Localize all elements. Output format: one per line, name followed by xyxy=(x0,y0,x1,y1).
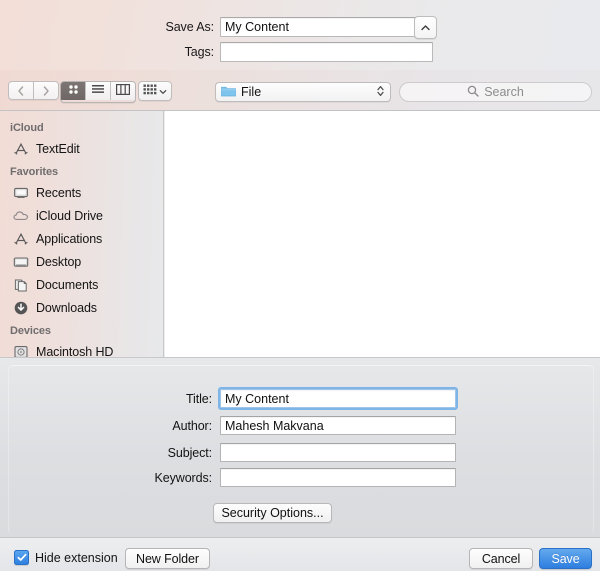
checkbox-box xyxy=(14,550,29,565)
keywords-row: Keywords: xyxy=(138,468,456,487)
sidebar-item-downloads[interactable]: Downloads xyxy=(0,296,163,319)
save-as-label: Save As: xyxy=(165,20,214,34)
sidebar-item-label: Applications xyxy=(36,231,103,246)
security-options-button[interactable]: Security Options... xyxy=(213,503,332,523)
sidebar-item-recents[interactable]: Recents xyxy=(0,181,163,204)
arrange-button[interactable] xyxy=(138,81,172,101)
sidebar-item-desktop[interactable]: Desktop xyxy=(0,250,163,273)
back-button[interactable] xyxy=(8,81,34,100)
sidebar-item-macintosh-hd[interactable]: Macintosh HD xyxy=(0,340,163,357)
author-row: Author: Mahesh Makvana xyxy=(138,416,456,435)
new-folder-button[interactable]: New Folder xyxy=(125,548,210,569)
chevron-down-icon xyxy=(159,84,167,98)
chevron-left-icon xyxy=(17,85,25,97)
hide-extension-label: Hide extension xyxy=(35,550,118,565)
hide-extension-checkbox[interactable]: Hide extension xyxy=(14,550,118,565)
save-button[interactable]: Save xyxy=(539,548,592,569)
up-down-chevron-icon xyxy=(376,84,385,101)
folder-icon xyxy=(221,85,236,100)
check-icon xyxy=(16,551,27,565)
sidebar-item-label: Macintosh HD xyxy=(36,344,114,358)
sidebar-item-documents[interactable]: Documents xyxy=(0,273,163,296)
tags-input[interactable] xyxy=(220,42,433,62)
forward-button[interactable] xyxy=(33,81,59,100)
path-popup-label: File xyxy=(241,85,262,99)
sidebar: iCloud TextEdit Favorites Recents iCloud… xyxy=(0,111,164,357)
chevron-right-icon xyxy=(42,85,50,97)
title-input[interactable]: My Content xyxy=(218,387,458,410)
search-placeholder: Search xyxy=(484,85,524,99)
sidebar-section-favorites: Favorites xyxy=(10,166,59,178)
collapse-panel-button[interactable] xyxy=(414,16,437,39)
sidebar-item-label: Downloads xyxy=(36,300,97,315)
title-label: Title: xyxy=(185,391,212,406)
cloud-icon xyxy=(13,208,29,224)
column-view-button[interactable] xyxy=(111,82,135,100)
search-icon xyxy=(467,85,479,100)
sidebar-item-applications[interactable]: Applications xyxy=(0,227,163,250)
subject-input[interactable] xyxy=(220,443,456,462)
save-dialog: Save As: My Content Tags: File Search iC… xyxy=(0,0,600,571)
sidebar-item-icloud-drive[interactable]: iCloud Drive xyxy=(0,204,163,227)
author-input[interactable]: Mahesh Makvana xyxy=(220,416,456,435)
columns-icon xyxy=(116,84,131,98)
title-row: Title: My Content xyxy=(138,387,458,410)
tags-label: Tags: xyxy=(184,45,214,59)
view-mode-group xyxy=(60,81,136,103)
grid-icon xyxy=(67,83,80,99)
harddisk-icon xyxy=(13,344,29,357)
app-icon xyxy=(13,141,29,157)
save-panel-header: Save As: My Content Tags: xyxy=(0,0,600,70)
recents-icon xyxy=(13,185,29,201)
sidebar-item-label: Documents xyxy=(36,277,99,292)
applications-icon xyxy=(13,231,29,247)
file-list-area[interactable] xyxy=(165,111,600,357)
subject-row: Subject: xyxy=(138,443,456,462)
sidebar-item-label: Desktop xyxy=(36,254,82,269)
keywords-label: Keywords: xyxy=(154,470,213,485)
arrange-grid-icon xyxy=(143,84,157,99)
sidebar-item-label: iCloud Drive xyxy=(36,208,103,223)
desktop-icon xyxy=(13,254,29,270)
list-view-button[interactable] xyxy=(86,82,111,100)
icon-view-button[interactable] xyxy=(61,82,86,100)
list-icon xyxy=(91,84,105,98)
documents-icon xyxy=(13,277,29,293)
sidebar-item-textedit[interactable]: TextEdit xyxy=(0,137,163,160)
save-as-row: Save As: My Content xyxy=(150,17,433,37)
save-as-input[interactable]: My Content xyxy=(220,17,433,37)
path-popup-button[interactable]: File xyxy=(215,82,391,102)
subject-label: Subject: xyxy=(167,445,212,460)
sidebar-item-label: Recents xyxy=(36,185,82,200)
sidebar-section-devices: Devices xyxy=(10,325,51,337)
sidebar-item-label: TextEdit xyxy=(36,141,80,156)
cancel-button[interactable]: Cancel xyxy=(469,548,533,569)
chevron-up-icon xyxy=(420,24,431,32)
search-input[interactable]: Search xyxy=(399,82,592,102)
author-label: Author: xyxy=(172,418,212,433)
sidebar-section-icloud: iCloud xyxy=(10,122,44,134)
tags-row: Tags: xyxy=(150,42,433,62)
downloads-icon xyxy=(13,300,29,316)
keywords-input[interactable] xyxy=(220,468,456,487)
